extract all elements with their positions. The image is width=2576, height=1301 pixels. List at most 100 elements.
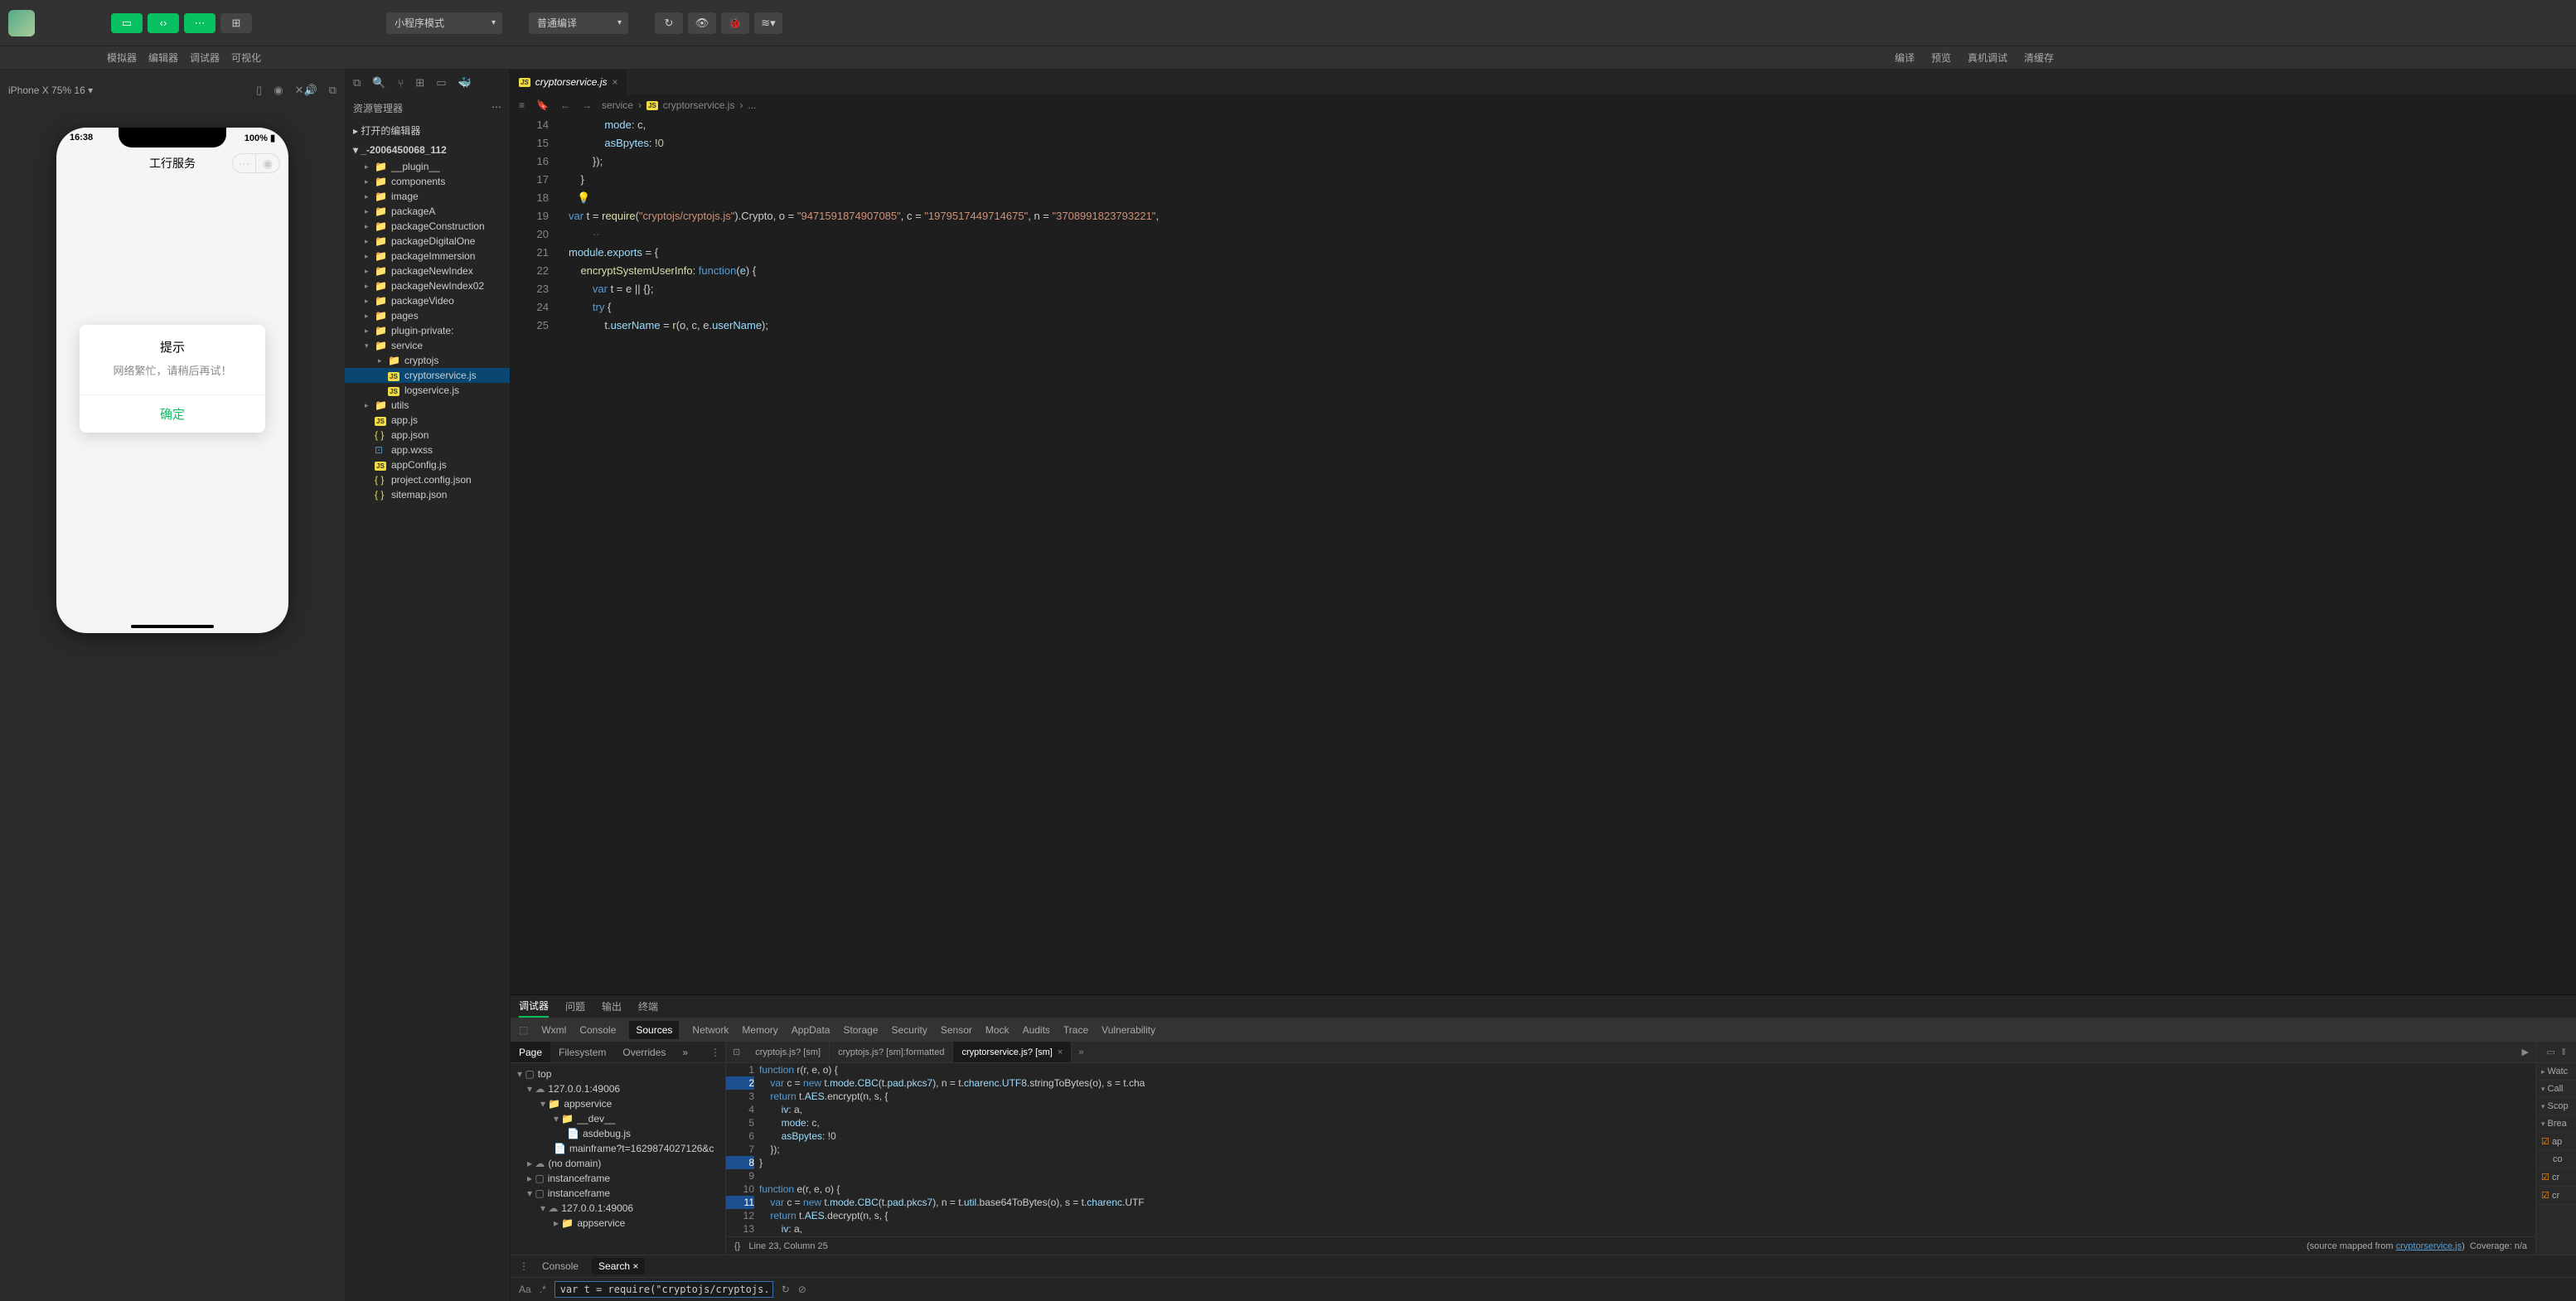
capsule-close-icon[interactable]: ◉ (256, 154, 279, 172)
source-tree-item[interactable]: ▸ 📁 appservice (511, 1216, 725, 1231)
dt-tab-audits[interactable]: Audits (1023, 1024, 1050, 1036)
search-tab[interactable]: Search × (592, 1258, 645, 1274)
remote-debug-icon[interactable]: 🐞 (721, 12, 749, 34)
docker-icon[interactable]: 🐳 (458, 76, 472, 89)
search-icon[interactable]: 🔍 (372, 76, 385, 89)
dt-tab-network[interactable]: Network (692, 1024, 729, 1036)
extensions-icon[interactable]: ⊞ (415, 76, 424, 89)
visual-button[interactable]: ⊞ (220, 13, 252, 33)
dt-tab-storage[interactable]: Storage (843, 1024, 878, 1036)
scope-section[interactable]: ▾Scop (2536, 1098, 2576, 1115)
tree-item-packageVideo[interactable]: ▸📁packageVideo (345, 293, 510, 308)
dt-tab-issues[interactable]: 问题 (565, 996, 585, 1017)
tree-item-app.wxss[interactable]: ⊡app.wxss (345, 443, 510, 457)
tree-item-image[interactable]: ▸📁image (345, 189, 510, 204)
tree-item-app.json[interactable]: { }app.json (345, 428, 510, 443)
tree-item-packageNewIndex02[interactable]: ▸📁packageNewIndex02 (345, 278, 510, 293)
capsule[interactable]: ⋯◉ (232, 153, 280, 173)
run-icon[interactable]: ▶ (2522, 1047, 2529, 1057)
dt-tab-mock[interactable]: Mock (985, 1024, 1010, 1036)
bp-item-2[interactable]: ☑ cr (2536, 1168, 2576, 1187)
breadcrumb[interactable]: service › JS cryptorservice.js › ... (602, 99, 757, 111)
page-tab[interactable]: Page (511, 1042, 550, 1062)
tree-item-utils[interactable]: ▸📁utils (345, 398, 510, 413)
filesystem-tab[interactable]: Filesystem (550, 1042, 614, 1062)
tree-item-cryptorservice.js[interactable]: JScryptorservice.js (345, 368, 510, 383)
editor-button[interactable]: ‹› (148, 13, 179, 33)
console-menu-icon[interactable]: ⋮ (519, 1260, 529, 1272)
device-icon[interactable]: ▯ (256, 84, 262, 97)
tree-item-packageDigitalOne[interactable]: ▸📁packageDigitalOne (345, 234, 510, 249)
source-gutter[interactable]: 12345678910111213141516 (726, 1063, 759, 1236)
tree-item-plugin-private:[interactable]: ▸📁plugin-private: (345, 323, 510, 338)
layout-icon[interactable]: ▭ (436, 76, 446, 89)
dt-tab-security[interactable]: Security (892, 1024, 927, 1036)
git-icon[interactable]: ⑂ (397, 77, 404, 89)
preview-icon[interactable]: 👁 (688, 12, 716, 34)
dt-tab-sources[interactable]: Sources (629, 1021, 679, 1039)
source-tab[interactable]: cryptojs.js? [sm]:formatted (830, 1042, 953, 1062)
dt-tab-trace[interactable]: Trace (1063, 1024, 1088, 1036)
clear-search-icon[interactable]: ⊘ (798, 1284, 806, 1295)
source-tree-item[interactable]: 📄 asdebug.js (511, 1126, 725, 1141)
debugger-button[interactable]: ⋯ (184, 13, 215, 33)
nav-icon[interactable]: ⊡ (726, 1047, 747, 1057)
source-tab[interactable]: cryptojs.js? [sm] (747, 1042, 830, 1062)
braces-icon[interactable]: {} (734, 1241, 740, 1251)
bookmark-icon[interactable]: 🔖 (536, 99, 549, 111)
dt-tab-sensor[interactable]: Sensor (941, 1024, 972, 1036)
match-case-toggle[interactable]: Aa (519, 1284, 531, 1295)
screenshot-icon[interactable]: ⧉ (329, 84, 337, 97)
clear-cache-icon[interactable]: ≋▾ (754, 12, 782, 34)
console-tab[interactable]: Console (537, 1260, 583, 1272)
overrides-tab[interactable]: Overrides (614, 1042, 674, 1062)
root-folder[interactable]: ▾ _-2006450068_112 (345, 141, 510, 159)
bp-item-1[interactable]: ☑ ap (2536, 1133, 2576, 1151)
list-icon[interactable]: ≡ (519, 99, 525, 111)
capsule-menu-icon[interactable]: ⋯ (233, 154, 256, 172)
opened-editors-section[interactable]: ▸ 打开的编辑器 (345, 120, 510, 141)
tree-item-sitemap.json[interactable]: { }sitemap.json (345, 487, 510, 502)
tree-item-pages[interactable]: ▸📁pages (345, 308, 510, 323)
tree-item-logservice.js[interactable]: JSlogservice.js (345, 383, 510, 398)
regex-toggle[interactable]: .* (540, 1284, 546, 1295)
dt-tab-vulnerability[interactable]: Vulnerability (1102, 1024, 1155, 1036)
code-content[interactable]: mode: c, asBpytes: !0 }); }💡var t = requ… (560, 116, 2576, 994)
source-tree-item[interactable]: 📄 mainframe?t=1629874027126&c (511, 1141, 725, 1156)
tree-item-packageConstruction[interactable]: ▸📁packageConstruction (345, 219, 510, 234)
dt-tab-appdata[interactable]: AppData (792, 1024, 830, 1036)
inspect-icon[interactable]: ⬚ (519, 1024, 528, 1036)
copy-icon[interactable]: ⧉ (353, 76, 361, 89)
source-tree-item[interactable]: ▾ ▢ top (511, 1066, 725, 1081)
source-tree-item[interactable]: ▾ ☁ 127.0.0.1:49006 (511, 1201, 725, 1216)
compile-select[interactable]: 普通编译 (529, 12, 628, 34)
breakpoints-section[interactable]: ▾Brea (2536, 1115, 2576, 1133)
dt-tab-terminal[interactable]: 终端 (638, 996, 658, 1017)
forward-icon[interactable]: → (582, 99, 592, 111)
resume-icon[interactable]: ▭ (2547, 1047, 2555, 1057)
source-tree-item[interactable]: ▸ ▢ instanceframe (511, 1171, 725, 1186)
dt-tab-console[interactable]: Console (579, 1024, 616, 1036)
search-input[interactable] (554, 1281, 773, 1298)
refresh-search-icon[interactable]: ↻ (782, 1284, 790, 1295)
back-icon[interactable]: ← (560, 99, 570, 111)
source-map-link[interactable]: cryptorservice.js (2396, 1241, 2462, 1251)
more-source-tabs-icon[interactable]: » (1072, 1047, 1090, 1057)
bp-item-3[interactable]: ☑ cr (2536, 1187, 2576, 1205)
dt-tab-debugger[interactable]: 调试器 (519, 995, 549, 1018)
watch-section[interactable]: ▸Watc (2536, 1063, 2576, 1081)
source-tree-item[interactable]: ▾ 📁 __dev__ (511, 1111, 725, 1126)
simulator-button[interactable]: ▭ (111, 13, 143, 33)
dialog-confirm-button[interactable]: 确定 (80, 394, 265, 433)
tree-item-packageImmersion[interactable]: ▸📁packageImmersion (345, 249, 510, 264)
avatar[interactable] (8, 10, 35, 36)
more-tabs-icon[interactable]: » (674, 1042, 696, 1062)
tree-item-__plugin__[interactable]: ▸📁__plugin__ (345, 159, 510, 174)
source-tree-item[interactable]: ▸ ☁ (no domain) (511, 1156, 725, 1171)
tree-item-components[interactable]: ▸📁components (345, 174, 510, 189)
tree-item-packageNewIndex[interactable]: ▸📁packageNewIndex (345, 264, 510, 278)
source-code[interactable]: function r(r, e, o) { var c = new t.mode… (759, 1063, 2535, 1236)
tree-item-service[interactable]: ▾📁service (345, 338, 510, 353)
source-tree-item[interactable]: ▾ ☁ 127.0.0.1:49006 (511, 1081, 725, 1096)
dt-tab-wxml[interactable]: Wxml (541, 1024, 566, 1036)
